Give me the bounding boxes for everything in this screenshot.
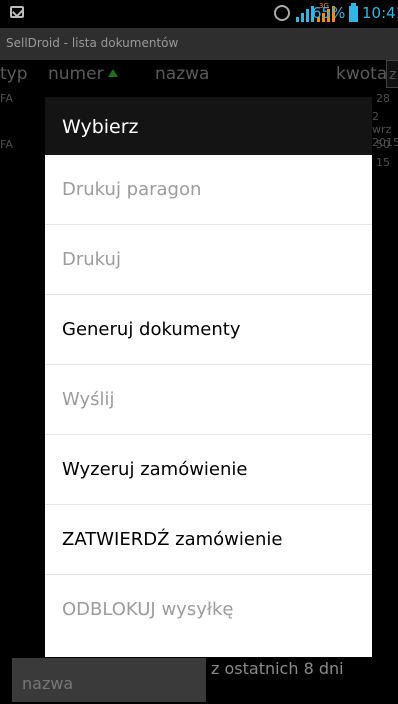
- menu-item-unlock-shipping[interactable]: ODBLOKUJ wysyłkę: [45, 575, 372, 645]
- row-1-kwota: 28: [376, 92, 390, 105]
- alarm-icon: [274, 5, 290, 21]
- menu-item-label: Drukuj: [62, 249, 121, 270]
- menu-item-label: Generuj dokumenty: [62, 319, 241, 340]
- filter-button[interactable]: z: [386, 60, 398, 88]
- menu-item-label: ZATWIERDŹ zamówienie: [62, 529, 283, 550]
- menu-item-label: Drukuj paragon: [62, 179, 202, 200]
- battery-percent: 65%: [312, 4, 346, 22]
- menu-item-reset-order[interactable]: Wyzeruj zamówienie: [45, 435, 372, 505]
- row-2-kwota: 50: [376, 138, 390, 151]
- menu-item-send[interactable]: Wyślij: [45, 365, 372, 435]
- app-title-bar: SellDroid - lista dokumentów: [0, 28, 398, 60]
- sort-ascending-icon: [107, 69, 118, 77]
- status-bar: 3G 65% 10:41: [0, 0, 398, 28]
- row-1-typ: FA: [0, 92, 13, 105]
- dialog-title: Wybierz: [62, 116, 139, 138]
- menu-item-print[interactable]: Drukuj: [45, 225, 372, 295]
- search-placeholder: nazwa: [22, 674, 74, 693]
- column-header-nazwa[interactable]: nazwa: [155, 64, 209, 84]
- clock-time: 10:41: [362, 4, 398, 22]
- column-header-kwota[interactable]: kwota: [336, 64, 387, 84]
- menu-item-label: ODBLOKUJ wysyłkę: [62, 599, 234, 620]
- column-header-numer[interactable]: numer: [48, 64, 118, 84]
- battery-icon: [349, 3, 358, 22]
- row-2-date: 15: [376, 156, 390, 169]
- mail-icon: [10, 6, 24, 18]
- menu-item-confirm-order[interactable]: ZATWIERDŹ zamówienie: [45, 505, 372, 575]
- menu-item-print-receipt[interactable]: Drukuj paragon: [45, 155, 372, 225]
- menu-item-label: Wyzeruj zamówienie: [62, 459, 248, 480]
- row-2-typ: FA: [0, 138, 13, 151]
- choose-action-dialog: Wybierz Drukuj paragon Drukuj Generuj do…: [45, 97, 372, 657]
- dialog-menu: Drukuj paragon Drukuj Generuj dokumenty …: [45, 155, 372, 645]
- date-filter-label[interactable]: z ostatnich 8 dni: [211, 659, 344, 678]
- menu-item-generate-documents[interactable]: Generuj dokumenty: [45, 295, 372, 365]
- column-header-numer-label: numer: [48, 64, 104, 84]
- dialog-header: Wybierz: [45, 97, 372, 155]
- menu-item-label: Wyślij: [62, 389, 115, 410]
- app-title: SellDroid - lista dokumentów: [6, 36, 179, 50]
- column-header-typ[interactable]: typ: [0, 64, 28, 84]
- search-input[interactable]: nazwa: [12, 658, 206, 702]
